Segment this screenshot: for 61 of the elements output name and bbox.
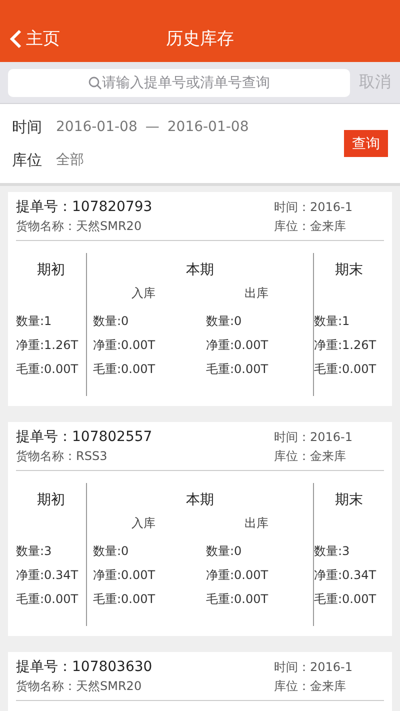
column-subtitle: 入库 [132,285,156,302]
stat-text: 数量:3 [314,543,351,559]
stat-text: 毛重:0.00T [206,591,268,607]
bill-number: 107803630 [72,659,152,675]
bill-label: 提单号： [16,658,72,676]
column-title: 本期 [186,491,214,510]
page-title: 历史库存 [166,29,234,49]
column-subtitle: 入库 [132,515,156,532]
stat-text: 净重:0.00T [93,337,156,353]
column-subtitle: 出库 [244,285,268,302]
column-title: 期初 [37,261,65,280]
chevron-left-icon [10,28,22,48]
goods-name: 货物名称：天然SMR20 [16,678,143,695]
column-title: 本期 [186,261,214,280]
search-field[interactable]: 请输入提单号或清单号查询 [8,68,350,96]
time-text: 时间：2016-1 [274,198,354,216]
bill-label: 提单号： [16,428,72,446]
time-text: 时间：2016-1 [274,658,354,676]
goods-name: 货物名称：RSS3 [16,448,108,465]
stat-text: 数量:1 [16,313,53,329]
time-label: 时间 [12,118,42,136]
stat-text: 毛重:0.00T [93,591,156,607]
stat-text: 毛重:0.00T [93,361,156,377]
stat-text: 净重:0.00T [206,567,268,583]
stat-text: 净重:0.00T [206,337,268,353]
bill-label: 提单号： [16,198,72,216]
bill-number: 107820793 [72,199,152,215]
stat-text: 数量:0 [206,543,243,559]
time-text: 时间：2016-1 [274,428,354,446]
stat-text: 数量:1 [314,313,351,329]
stat-text: 净重:1.26T [314,337,376,353]
goods-name: 货物名称：天然SMR20 [16,218,143,235]
location-text: 库位：金来库 [274,448,347,465]
location-value[interactable]: 全部 [56,151,84,169]
stat-text: 数量:0 [93,313,130,329]
stat-text: 毛重:0.00T [16,361,78,377]
stat-text: 数量:0 [206,313,243,329]
stat-text: 毛重:0.00T [314,361,376,377]
stat-text: 净重:0.34T [16,567,78,583]
location-label: 库位 [12,150,42,170]
stat-text: 毛重:0.00T [16,591,78,607]
column-title: 期初 [37,491,65,510]
stat-text: 净重:0.34T [314,567,376,583]
location-text: 库位：金来库 [274,218,347,235]
column-title: 期末 [335,261,363,280]
location-text: 库位：金来库 [274,678,347,695]
stat-text: 净重:1.26T [16,337,78,353]
stat-text: 净重:0.00T [93,567,156,583]
stat-text: 毛重:0.00T [314,591,376,607]
stat-text: 数量:0 [93,543,130,559]
query-button[interactable]: 查询 [344,130,388,157]
stat-text: 毛重:0.00T [206,361,268,377]
search-icon [88,76,102,90]
column-subtitle: 出库 [244,515,268,532]
date-to[interactable]: 2016-01-08 [167,119,249,135]
back-button[interactable]: 主页 [0,27,60,50]
date-dash: — [145,119,160,135]
stat-text: 数量:3 [16,543,53,559]
column-title: 期末 [335,491,363,510]
date-from[interactable]: 2016-01-08 [56,119,138,135]
bill-number: 107802557 [72,429,152,445]
